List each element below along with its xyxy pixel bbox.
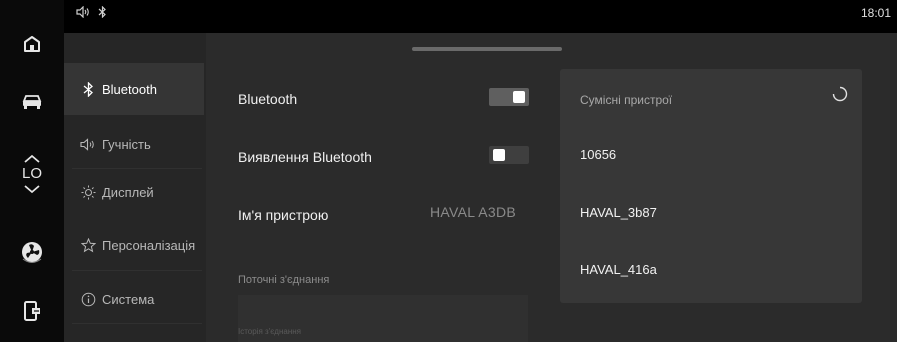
devices-title: Сумісні пристрої — [580, 93, 673, 107]
drag-handle[interactable] — [412, 47, 562, 51]
menu-item-label: Система — [102, 291, 155, 307]
status-icons — [76, 6, 107, 18]
home-button[interactable] — [0, 28, 64, 60]
loading-spinner-icon — [832, 86, 848, 102]
device-item[interactable]: HAVAL_416a — [580, 262, 657, 277]
menu-item-system[interactable]: Система — [64, 273, 206, 325]
menu-item-bluetooth[interactable]: Bluetooth — [64, 63, 204, 115]
menu-item-personalization[interactable]: Персоналізація — [64, 219, 206, 271]
temperature-control: LO — [0, 138, 64, 210]
discovery-toggle[interactable] — [489, 146, 529, 164]
history-label: Історія з'єднання — [238, 327, 302, 336]
car-icon — [22, 95, 42, 109]
device-item[interactable]: 10656 — [580, 147, 616, 162]
car-button[interactable] — [0, 85, 64, 117]
bluetooth-settings: Bluetooth Виявлення Bluetooth Ім'я прист… — [206, 33, 897, 342]
fan-button[interactable] — [0, 234, 64, 270]
phone-projection-button[interactable] — [0, 293, 64, 329]
menu-item-label: Дисплей — [102, 184, 154, 200]
menu-item-display[interactable]: Дисплей — [64, 166, 206, 218]
bluetooth-label: Bluetooth — [238, 91, 298, 107]
left-rail: LO — [0, 0, 64, 342]
compatible-devices-card: Сумісні пристрої 10656 HAVAL_3b87 HAVAL_… — [560, 69, 862, 303]
chevron-up-icon[interactable] — [23, 154, 41, 164]
fan-icon — [22, 242, 42, 263]
bluetooth-toggle[interactable] — [489, 88, 529, 106]
clock: 18:01 — [860, 6, 891, 20]
toggle-knob — [513, 91, 525, 103]
bluetooth-icon — [98, 6, 106, 18]
device-name-label: Ім'я пристрою — [238, 207, 329, 223]
menu-item-label: Bluetooth — [102, 81, 157, 97]
device-item[interactable]: HAVAL_3b87 — [580, 205, 657, 220]
menu-item-label: Персоналізація — [102, 237, 196, 253]
sun-icon — [80, 184, 96, 200]
star-icon — [80, 237, 96, 253]
bluetooth-icon — [80, 81, 96, 97]
speaker-icon — [76, 6, 89, 18]
menu-item-label: Гучність — [102, 136, 151, 152]
speaker-icon — [80, 136, 96, 152]
phone-projection-icon — [24, 301, 40, 321]
device-name-value[interactable]: HAVAL A3DB — [430, 204, 516, 220]
settings-panel: Bluetooth Гучність Дисплей Персоналізаці… — [64, 33, 897, 342]
temperature-value: LO — [21, 165, 42, 182]
divider — [72, 323, 202, 324]
discovery-label: Виявлення Bluetooth — [238, 149, 372, 165]
status-bar: 18:01 — [64, 0, 897, 32]
menu-item-volume[interactable]: Гучність — [64, 118, 206, 170]
settings-menu: Bluetooth Гучність Дисплей Персоналізаці… — [64, 33, 206, 342]
chevron-down-icon[interactable] — [23, 184, 41, 194]
info-icon — [80, 291, 96, 307]
home-icon — [24, 36, 40, 52]
toggle-knob — [493, 149, 505, 161]
current-connection-label: Поточні з'єднання — [238, 274, 330, 286]
